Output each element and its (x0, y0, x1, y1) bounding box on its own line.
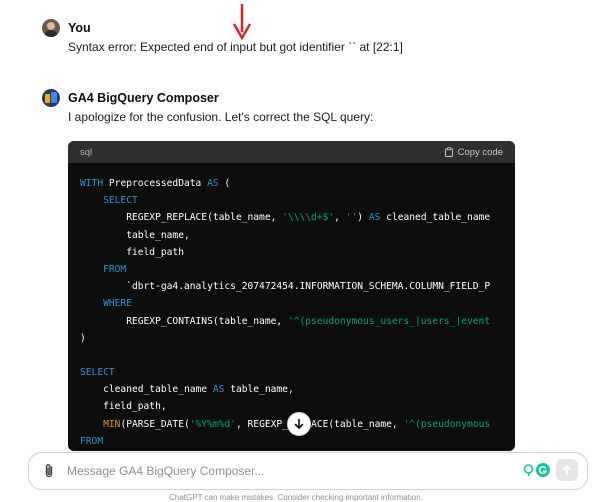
code-language-label: sql (80, 146, 93, 158)
code-token: REGEXP_CONTAINS(table_name, (80, 315, 288, 327)
arrow-down-icon (294, 418, 304, 429)
code-token: WITH (80, 178, 109, 189)
code-token: ) (80, 332, 86, 344)
send-button[interactable] (556, 459, 578, 481)
clipboard-icon (444, 147, 453, 157)
code-token: cleaned_table_name (380, 212, 491, 224)
code-token: `dbrt-ga4.analytics_207472454.INFORMATIO… (80, 281, 491, 293)
code-token: '^(pseudonymous (403, 418, 491, 430)
code-token: ) (357, 212, 369, 224)
code-token: SELECT (103, 195, 138, 207)
extension-lightbulb-icon[interactable] (522, 464, 535, 477)
code-line: cleaned_table_name AS table_name, (80, 381, 515, 398)
user-avatar (42, 19, 60, 37)
code-line: `dbrt-ga4.analytics_207472454.INFORMATIO… (80, 278, 515, 295)
code-line: WHERE (80, 295, 515, 312)
copy-code-label: Copy code (457, 146, 503, 158)
code-line: field_path (80, 244, 515, 261)
code-token: '^(pseudonymous_users_|users_|event (287, 315, 491, 327)
code-line: table_name, (80, 227, 515, 244)
user-message-text: Syntax error: Expected end of input but … (68, 40, 403, 54)
annotation-arrow-icon (232, 4, 252, 41)
message-input[interactable] (67, 461, 507, 481)
paperclip-icon[interactable] (42, 463, 56, 479)
code-token: PreprocessedData (108, 178, 208, 189)
code-token: REGEXP_REPLACE(table_name, (80, 212, 283, 224)
code-token: AS (368, 212, 381, 224)
code-token: cleaned_table_name (80, 384, 213, 396)
code-token: AS (212, 384, 225, 396)
arrow-up-icon (562, 465, 572, 476)
code-token: '' (345, 212, 358, 224)
code-token: ( (218, 178, 231, 189)
code-token: table_name, (224, 384, 294, 396)
disclaimer-footer: ChatGPT can make mistakes. Consider chec… (169, 493, 423, 502)
user-author-name: You (68, 21, 91, 35)
grammarly-icon[interactable] (536, 463, 550, 477)
code-line: FROM (80, 261, 515, 278)
code-token: field_path, (80, 401, 167, 413)
bot-author-name: GA4 BigQuery Composer (68, 91, 219, 105)
code-token: SELECT (80, 367, 115, 379)
code-line: SELECT (80, 364, 515, 381)
code-token: (PARSE_DATE( (120, 418, 190, 430)
code-token: , REGEXP_REPLACE(table_name, (235, 418, 404, 430)
code-token: WHERE (103, 298, 132, 310)
code-token: MIN (103, 418, 121, 430)
message-composer (28, 452, 588, 490)
code-token: , (334, 212, 346, 224)
bot-message-text: I apologize for the confusion. Let's cor… (68, 110, 374, 124)
code-line: WITH PreprocessedData AS ( (80, 175, 515, 192)
code-line: REGEXP_REPLACE(table_name, '\\\\d+$', ''… (80, 209, 515, 226)
code-content: WITH PreprocessedData AS ( SELECT REGEXP… (68, 163, 515, 450)
code-token: field_path (80, 246, 184, 258)
code-line: REGEXP_CONTAINS(table_name, '^(pseudonym… (80, 313, 515, 330)
code-token: '%Y%m%d' (189, 418, 236, 430)
code-token: FROM (80, 435, 104, 447)
code-line: SELECT (80, 192, 515, 209)
bot-avatar (42, 89, 60, 107)
code-block-header: sql Copy code (68, 141, 515, 163)
code-token: '\\\\d+$' (282, 212, 335, 224)
code-line: ) (80, 330, 515, 347)
code-token: FROM (103, 263, 127, 275)
code-token: AS (207, 178, 219, 189)
code-block: sql Copy code WITH PreprocessedData AS (… (68, 141, 515, 451)
copy-code-button[interactable]: Copy code (444, 147, 503, 158)
code-token: table_name, (80, 229, 190, 241)
scroll-to-bottom-button[interactable] (287, 412, 311, 436)
